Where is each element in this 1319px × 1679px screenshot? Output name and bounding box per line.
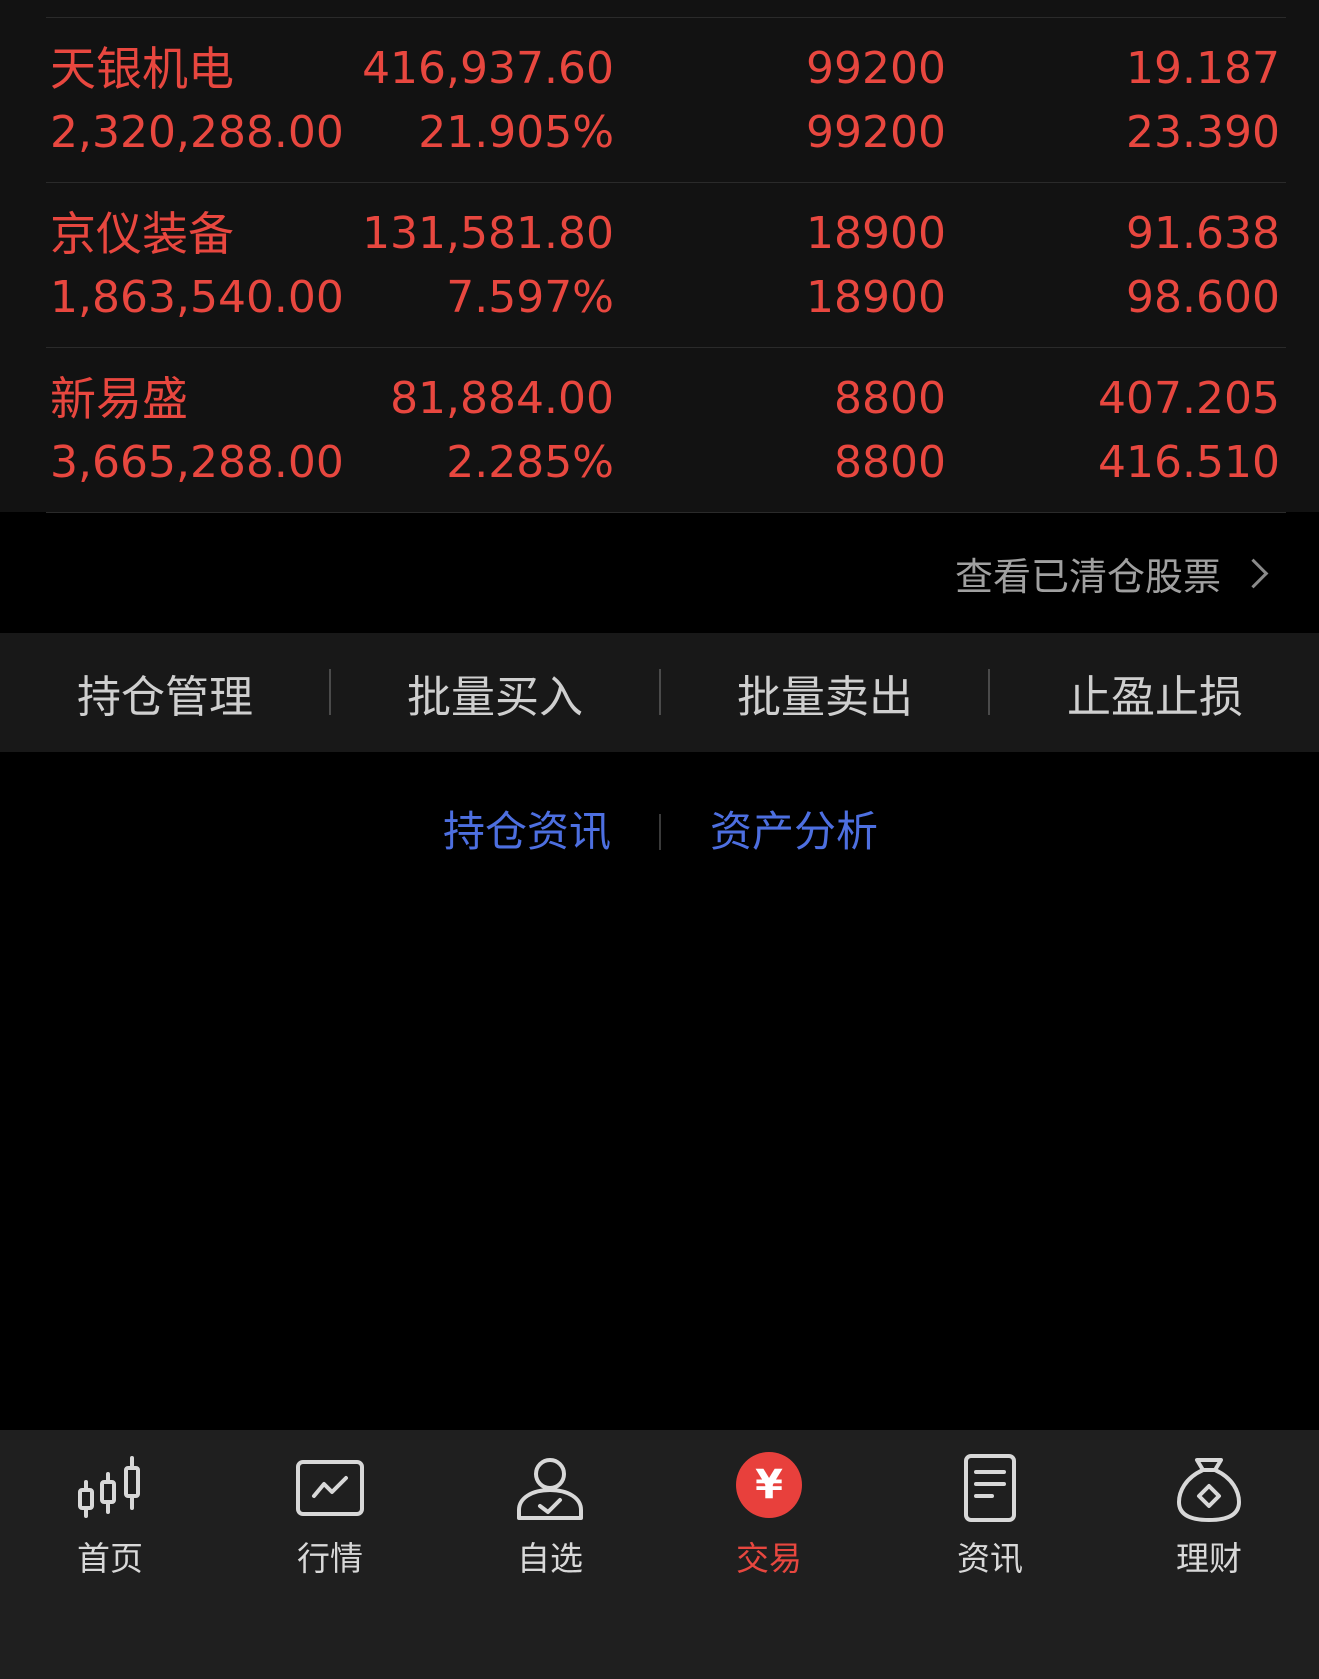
stock-name: 天银机电 bbox=[50, 42, 234, 96]
nav-home[interactable]: 首页 bbox=[20, 1444, 200, 1584]
nav-label: 首页 bbox=[77, 1539, 143, 1578]
cleared-link-label: 查看已清仓股票 bbox=[954, 554, 1221, 599]
cost-price: 19.187 bbox=[1126, 43, 1280, 94]
stock-name: 京仪装备 bbox=[50, 207, 234, 261]
market-value: 1,863,540.00 bbox=[50, 272, 344, 323]
position-manage-button[interactable]: 持仓管理 bbox=[0, 633, 330, 752]
current-price: 23.390 bbox=[1126, 107, 1280, 158]
profit-amount: 131,581.80 bbox=[362, 208, 614, 259]
chevron-right-icon bbox=[1238, 558, 1269, 588]
nav-watchlist[interactable]: 自选 bbox=[460, 1444, 640, 1584]
user-check-icon bbox=[517, 1458, 583, 1520]
nav-label: 理财 bbox=[1176, 1539, 1242, 1578]
stock-name: 新易盛 bbox=[50, 372, 188, 426]
trade-positions-page: 天银机电 2,320,288.00 416,937.60 21.905% 992… bbox=[0, 0, 1319, 1679]
view-cleared-stocks-link[interactable]: 查看已清仓股票 bbox=[954, 548, 1269, 599]
position-qty: 99200 bbox=[806, 43, 946, 94]
position-news-link[interactable]: 持仓资讯 bbox=[443, 800, 611, 864]
market-value: 2,320,288.00 bbox=[50, 107, 344, 158]
profit-amount: 416,937.60 bbox=[362, 43, 614, 94]
current-price: 416.510 bbox=[1098, 437, 1280, 488]
profit-percent: 7.597% bbox=[446, 272, 614, 323]
candlestick-icon bbox=[78, 1456, 140, 1518]
position-action-bar: 持仓管理 批量买入 批量卖出 止盈止损 bbox=[0, 633, 1319, 752]
profit-percent: 2.285% bbox=[446, 437, 614, 488]
money-bag-icon bbox=[1177, 1458, 1241, 1522]
divider bbox=[659, 814, 661, 850]
profit-amount: 81,884.00 bbox=[390, 373, 614, 424]
nav-news[interactable]: 资讯 bbox=[900, 1444, 1080, 1584]
document-icon bbox=[964, 1454, 1016, 1522]
take-profit-stop-loss-button[interactable]: 止盈止损 bbox=[990, 633, 1319, 752]
available-qty: 8800 bbox=[834, 437, 946, 488]
divider bbox=[46, 512, 1286, 513]
available-qty: 99200 bbox=[806, 107, 946, 158]
holding-row[interactable]: 天银机电 2,320,288.00 416,937.60 21.905% 992… bbox=[46, 17, 1286, 183]
batch-sell-button[interactable]: 批量卖出 bbox=[660, 633, 990, 752]
yen-icon: ¥ bbox=[736, 1452, 802, 1518]
market-chart-icon bbox=[296, 1460, 364, 1516]
nav-label: 自选 bbox=[517, 1539, 583, 1578]
market-value: 3,665,288.00 bbox=[50, 437, 344, 488]
nav-label: 资讯 bbox=[957, 1539, 1023, 1578]
holdings-list: 天银机电 2,320,288.00 416,937.60 21.905% 992… bbox=[0, 0, 1319, 513]
nav-label: 行情 bbox=[297, 1539, 363, 1578]
cost-price: 91.638 bbox=[1126, 208, 1280, 259]
bottom-navigation: 首页 行情 自选 ¥ 交易 资讯 理财 bbox=[0, 1430, 1319, 1679]
nav-label: 交易 bbox=[736, 1539, 802, 1578]
batch-buy-button[interactable]: 批量买入 bbox=[330, 633, 660, 752]
profit-percent: 21.905% bbox=[418, 107, 614, 158]
cost-price: 407.205 bbox=[1098, 373, 1280, 424]
nav-trade[interactable]: ¥ 交易 bbox=[679, 1444, 859, 1584]
asset-analysis-link[interactable]: 资产分析 bbox=[710, 800, 878, 864]
position-qty: 18900 bbox=[806, 208, 946, 259]
available-qty: 18900 bbox=[806, 272, 946, 323]
analysis-links: 持仓资讯 资产分析 bbox=[0, 800, 1319, 864]
holding-row[interactable]: 新易盛 3,665,288.00 81,884.00 2.285% 8800 8… bbox=[46, 347, 1286, 513]
current-price: 98.600 bbox=[1126, 272, 1280, 323]
holding-row[interactable]: 京仪装备 1,863,540.00 131,581.80 7.597% 1890… bbox=[46, 182, 1286, 348]
nav-wealth[interactable]: 理财 bbox=[1119, 1444, 1299, 1584]
position-qty: 8800 bbox=[834, 373, 946, 424]
nav-market[interactable]: 行情 bbox=[240, 1444, 420, 1584]
